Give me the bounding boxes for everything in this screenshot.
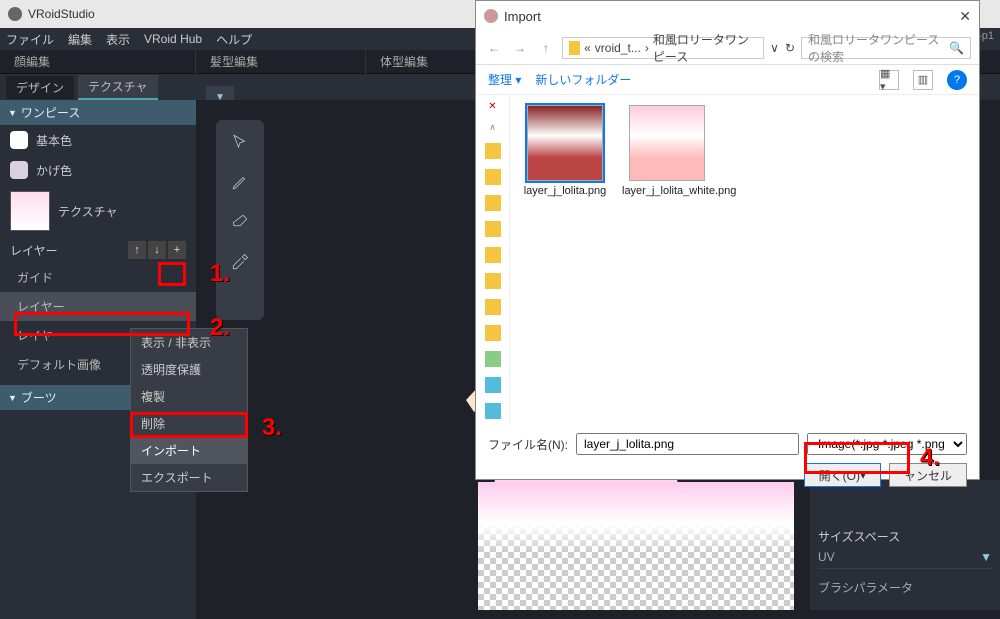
qa-item[interactable] xyxy=(485,221,501,237)
nav-up-icon[interactable]: ↑ xyxy=(536,41,556,55)
ctx-duplicate[interactable]: 複製 xyxy=(131,383,247,410)
eraser-tool[interactable] xyxy=(226,208,254,236)
dialog-close-icon[interactable]: ✕ xyxy=(959,8,971,25)
ctx-show[interactable]: 表示 / 非表示 xyxy=(131,329,247,356)
btn-organize[interactable]: 整理 ▾ xyxy=(488,71,521,88)
preview-pane-button[interactable]: ▥ xyxy=(913,70,933,90)
app-icon xyxy=(8,7,22,21)
refresh-icon[interactable]: ↻ xyxy=(785,41,795,55)
dialog-titlebar: Import ✕ xyxy=(476,1,979,31)
open-button[interactable]: 開く(O) ▾ xyxy=(804,463,881,487)
subtab-design[interactable]: デザイン xyxy=(6,76,74,99)
qa-item[interactable] xyxy=(485,403,501,419)
base-color-swatch xyxy=(10,131,28,149)
item-label: かげ色 xyxy=(36,162,72,179)
shade-color-item[interactable]: かげ色 xyxy=(0,155,196,185)
layer-item-1[interactable]: レイヤー xyxy=(0,292,196,321)
ctx-translucent[interactable]: 透明度保護 xyxy=(131,356,247,383)
search-box[interactable]: 和風ロリータワンピースの検索 🔍 xyxy=(801,37,971,59)
file-thumb xyxy=(629,105,705,181)
eyedropper-tool[interactable] xyxy=(226,248,254,276)
btn-new-folder[interactable]: 新しいフォルダー xyxy=(535,71,631,88)
path-seg-1[interactable]: vroid_t... xyxy=(595,41,641,55)
uv-row[interactable]: UV▼ xyxy=(818,545,992,569)
tab-face[interactable]: 顔編集 xyxy=(0,50,196,74)
file-list[interactable]: layer_j_lolita.png layer_j_lolita_white.… xyxy=(510,95,979,425)
menu-file[interactable]: ファイル xyxy=(6,31,54,48)
right-panel: サイズスペース UV▼ ブラシパラメータ xyxy=(810,480,1000,610)
layer-context-menu: 表示 / 非表示 透明度保護 複製 削除 インポート エクスポート xyxy=(130,328,248,492)
file-name: layer_j_lolita.png xyxy=(524,185,607,197)
folder-icon xyxy=(569,41,580,55)
qa-item[interactable] xyxy=(485,377,501,393)
ctx-export[interactable]: エクスポート xyxy=(131,464,247,491)
qa-close-icon[interactable]: ✕ xyxy=(488,101,496,112)
section-label: ワンピース xyxy=(21,104,80,121)
file-item[interactable]: layer_j_lolita.png xyxy=(520,105,610,197)
subtab-texture[interactable]: テクスチャ xyxy=(78,75,158,100)
texture-preview[interactable] xyxy=(478,482,794,610)
ctx-import[interactable]: インポート xyxy=(131,437,247,464)
file-item[interactable]: layer_j_lolita_white.png xyxy=(622,105,712,197)
path-bar[interactable]: « vroid_t... › 和風ロリータワンピース xyxy=(562,37,764,59)
menu-view[interactable]: 表示 xyxy=(106,31,130,48)
file-thumb xyxy=(527,105,603,181)
section-onepiece[interactable]: ▼ワンピース xyxy=(0,100,196,125)
item-label: テクスチャ xyxy=(58,203,118,220)
nav-fwd-icon[interactable]: → xyxy=(510,41,530,55)
menu-vroidhub[interactable]: VRoid Hub xyxy=(144,32,202,46)
qa-item[interactable] xyxy=(485,325,501,341)
help-icon[interactable]: ? xyxy=(947,70,967,90)
path-seg-2[interactable]: 和風ロリータワンピース xyxy=(653,31,757,65)
item-label: 基本色 xyxy=(36,132,72,149)
qa-item[interactable] xyxy=(485,195,501,211)
layer-guide[interactable]: ガイド xyxy=(0,263,196,292)
uv-label: UV xyxy=(818,550,835,564)
cancel-button[interactable]: ャンセル xyxy=(889,463,967,487)
qa-item[interactable] xyxy=(485,169,501,185)
section-label: ブーツ xyxy=(21,389,57,406)
select-tool[interactable] xyxy=(226,128,254,156)
menu-help[interactable]: ヘルプ xyxy=(216,31,252,48)
dialog-title: Import xyxy=(504,9,541,24)
tab-hair[interactable]: 髪型編集 xyxy=(196,50,366,74)
pencil-tool[interactable] xyxy=(226,168,254,196)
brush-param-label: ブラシパラメータ xyxy=(818,579,992,596)
qa-item[interactable] xyxy=(485,351,501,367)
import-dialog: Import ✕ ← → ↑ « vroid_t... › 和風ロリータワンピー… xyxy=(475,0,980,480)
search-icon: 🔍 xyxy=(949,41,964,55)
filetype-select[interactable]: Image(*.jpg *.jpeg *.png) xyxy=(807,433,967,455)
dialog-icon xyxy=(484,9,498,23)
filename-label: ファイル名(N): xyxy=(488,436,568,453)
texture-thumb xyxy=(10,191,50,231)
base-color-item[interactable]: 基本色 xyxy=(0,125,196,155)
ctx-delete[interactable]: 削除 xyxy=(131,410,247,437)
layer-add-button[interactable]: + xyxy=(168,241,186,259)
quick-access: ✕ ∧ xyxy=(476,95,510,425)
shade-color-swatch xyxy=(10,161,28,179)
layer-down-button[interactable]: ↓ xyxy=(148,241,166,259)
menu-edit[interactable]: 編集 xyxy=(68,31,92,48)
layer-up-button[interactable]: ↑ xyxy=(128,241,146,259)
view-mode-button[interactable]: ▦ ▾ xyxy=(879,70,899,90)
size-space-label: サイズスペース xyxy=(818,528,992,545)
search-placeholder: 和風ロリータワンピースの検索 xyxy=(808,31,941,65)
qa-item[interactable] xyxy=(485,247,501,263)
qa-item[interactable] xyxy=(485,143,501,159)
texture-item[interactable]: テクスチャ xyxy=(0,185,196,237)
file-name: layer_j_lolita_white.png xyxy=(622,185,736,197)
qa-item[interactable] xyxy=(485,273,501,289)
tool-palette xyxy=(216,120,264,320)
app-title: VRoidStudio xyxy=(28,7,95,21)
layer-label: レイヤー xyxy=(10,242,58,259)
qa-item[interactable] xyxy=(485,299,501,315)
filename-input[interactable] xyxy=(576,433,799,455)
nav-back-icon[interactable]: ← xyxy=(484,41,504,55)
